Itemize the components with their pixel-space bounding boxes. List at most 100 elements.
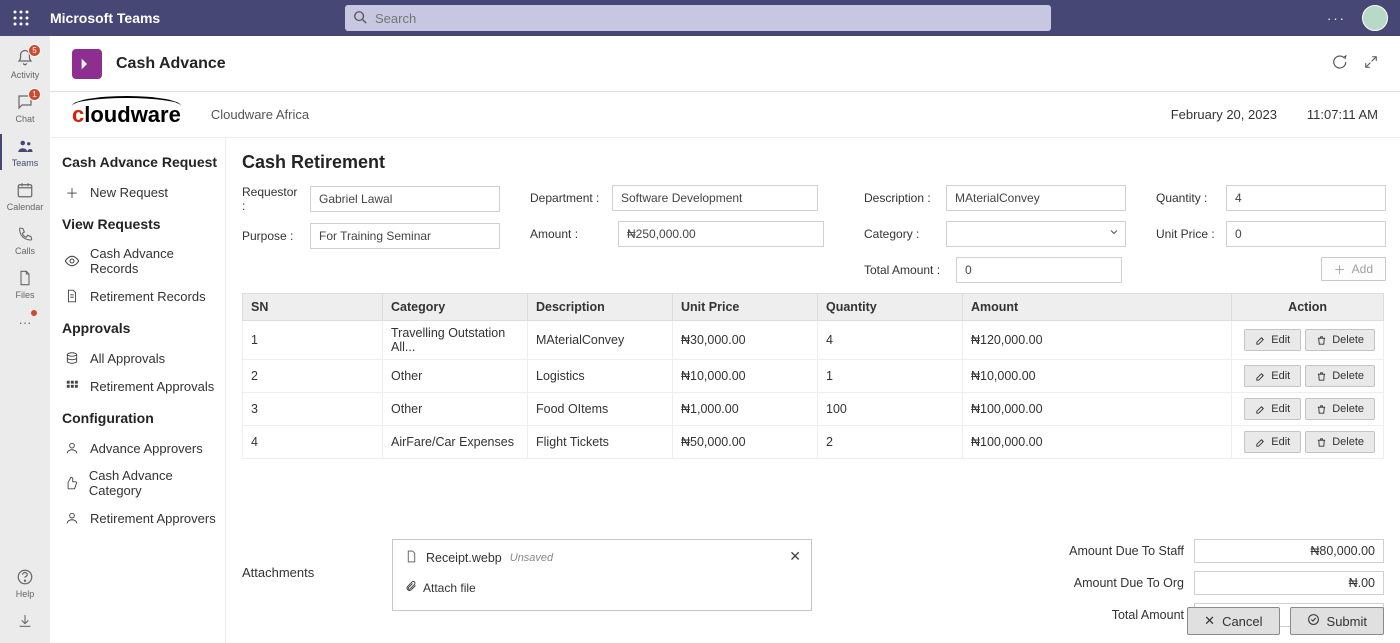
rail-help[interactable]: Help: [0, 561, 50, 605]
input-amount[interactable]: [618, 221, 824, 247]
check-icon: [1307, 613, 1320, 629]
rail-calls[interactable]: Calls: [0, 218, 50, 262]
more-notification-dot: [31, 310, 37, 316]
side-panel: Cash Advance Request ＋ New Request View …: [50, 138, 226, 643]
nav-all-approvals-label: All Approvals: [90, 351, 165, 366]
current-time: 11:07:11 AM: [1307, 107, 1378, 122]
submit-button[interactable]: Submit: [1290, 607, 1384, 635]
edit-button[interactable]: Edit: [1244, 398, 1301, 420]
rail-calendar[interactable]: Calendar: [0, 174, 50, 218]
table-row: 3OtherFood OItems₦1,000.00100₦100,000.00…: [243, 393, 1384, 426]
left-rail: 5 Activity 1 Chat Teams Calendar Calls F…: [0, 36, 50, 643]
label-purpose: Purpose :: [242, 229, 304, 243]
nav-retirement-records[interactable]: Retirement Records: [62, 282, 221, 310]
label-quantity: Quantity :: [1156, 191, 1220, 205]
input-quantity[interactable]: [1226, 185, 1386, 211]
nav-cash-advance-category-label: Cash Advance Category: [89, 468, 219, 498]
section-view-requests: View Requests: [62, 216, 221, 232]
delete-button[interactable]: Delete: [1305, 365, 1375, 387]
stack-icon: [64, 350, 80, 366]
input-total-amount[interactable]: [956, 257, 1122, 283]
rail-more[interactable]: ···: [0, 306, 50, 338]
cancel-button[interactable]: ✕ Cancel: [1187, 607, 1279, 635]
chevron-down-icon: [1108, 226, 1120, 241]
nav-cash-advance-records[interactable]: Cash Advance Records: [62, 240, 221, 282]
search-input[interactable]: [345, 5, 1051, 31]
rail-activity-label: Activity: [11, 70, 40, 80]
expand-icon[interactable]: [1364, 55, 1378, 72]
edit-button[interactable]: Edit: [1244, 431, 1301, 453]
cell-sn: 4: [243, 426, 383, 459]
cell-quantity: 1: [818, 360, 963, 393]
close-icon[interactable]: ✕: [789, 548, 801, 565]
col-quantity: Quantity: [818, 294, 963, 321]
cell-amount: ₦100,000.00: [963, 426, 1232, 459]
delete-button[interactable]: Delete: [1305, 431, 1375, 453]
submit-label: Submit: [1327, 614, 1367, 629]
nav-retirement-approvals[interactable]: Retirement Approvals: [62, 372, 221, 400]
edit-button[interactable]: Edit: [1244, 329, 1301, 351]
input-requestor[interactable]: [310, 186, 500, 212]
waffle-icon[interactable]: [12, 9, 30, 27]
cell-unit-price: ₦10,000.00: [673, 360, 818, 393]
nav-all-approvals[interactable]: All Approvals: [62, 344, 221, 372]
person-icon: [64, 440, 80, 456]
more-icon[interactable]: ···: [1327, 11, 1346, 26]
download-icon: [15, 611, 35, 631]
section-approvals: Approvals: [62, 320, 221, 336]
value-due-org: ₦.00: [1194, 571, 1384, 595]
input-description[interactable]: [946, 185, 1126, 211]
rail-download[interactable]: [0, 605, 50, 637]
edit-button[interactable]: Edit: [1244, 365, 1301, 387]
search-icon: [353, 10, 367, 27]
add-button[interactable]: ＋ Add: [1321, 257, 1386, 281]
nav-advance-approvers[interactable]: Advance Approvers: [62, 434, 221, 462]
input-unit-price[interactable]: [1226, 221, 1386, 247]
nav-cash-advance-category[interactable]: Cash Advance Category: [62, 462, 221, 504]
plus-icon: ＋: [64, 184, 80, 200]
brand-label: Microsoft Teams: [50, 10, 160, 26]
app-logo: [72, 49, 102, 79]
app-title: Cash Advance: [116, 55, 226, 73]
col-sn: SN: [243, 294, 383, 321]
delete-button[interactable]: Delete: [1305, 329, 1375, 351]
rail-teams[interactable]: Teams: [0, 130, 50, 174]
rail-files[interactable]: Files: [0, 262, 50, 306]
cell-category: Other: [383, 360, 528, 393]
attach-file-button[interactable]: Attach file: [405, 580, 799, 595]
rail-calendar-label: Calendar: [7, 202, 44, 212]
cell-category: Other: [383, 393, 528, 426]
edit-label: Edit: [1271, 334, 1290, 346]
rail-chat[interactable]: 1 Chat: [0, 86, 50, 130]
table-row: 4AirFare/Car ExpensesFlight Tickets₦50,0…: [243, 426, 1384, 459]
chat-bubble-icon[interactable]: [1330, 53, 1348, 74]
nav-retirement-approvers[interactable]: Retirement Approvers: [62, 504, 221, 532]
avatar[interactable]: [1362, 5, 1388, 31]
calendar-icon: [15, 180, 35, 200]
cell-unit-price: ₦50,000.00: [673, 426, 818, 459]
input-purpose[interactable]: [310, 223, 500, 249]
edit-label: Edit: [1271, 436, 1290, 448]
delete-label: Delete: [1332, 403, 1364, 415]
main-content: Cash Retirement Requestor : Purpose : De…: [226, 138, 1400, 643]
label-total-amount: Total Amount :: [864, 263, 950, 277]
input-department[interactable]: [612, 185, 818, 211]
rail-teams-label: Teams: [12, 158, 39, 168]
cell-amount: ₦120,000.00: [963, 321, 1232, 360]
line-items-table: SN Category Description Unit Price Quant…: [242, 293, 1384, 459]
activity-badge: 5: [28, 44, 41, 57]
nav-cash-advance-records-label: Cash Advance Records: [90, 246, 219, 276]
file-icon: [15, 268, 35, 288]
delete-button[interactable]: Delete: [1305, 398, 1375, 420]
page-title: Cash Retirement: [242, 152, 1384, 173]
tenant-header: cloudware Cloudware Africa February 20, …: [50, 92, 1400, 138]
person-icon: [64, 510, 80, 526]
chat-badge: 1: [28, 88, 41, 101]
thumbs-up-icon: [64, 475, 79, 491]
cell-quantity: 100: [818, 393, 963, 426]
cell-unit-price: ₦30,000.00: [673, 321, 818, 360]
select-category[interactable]: [946, 221, 1126, 247]
rail-activity[interactable]: 5 Activity: [0, 42, 50, 86]
nav-new-request[interactable]: ＋ New Request: [62, 178, 221, 206]
rail-calls-label: Calls: [15, 246, 35, 256]
